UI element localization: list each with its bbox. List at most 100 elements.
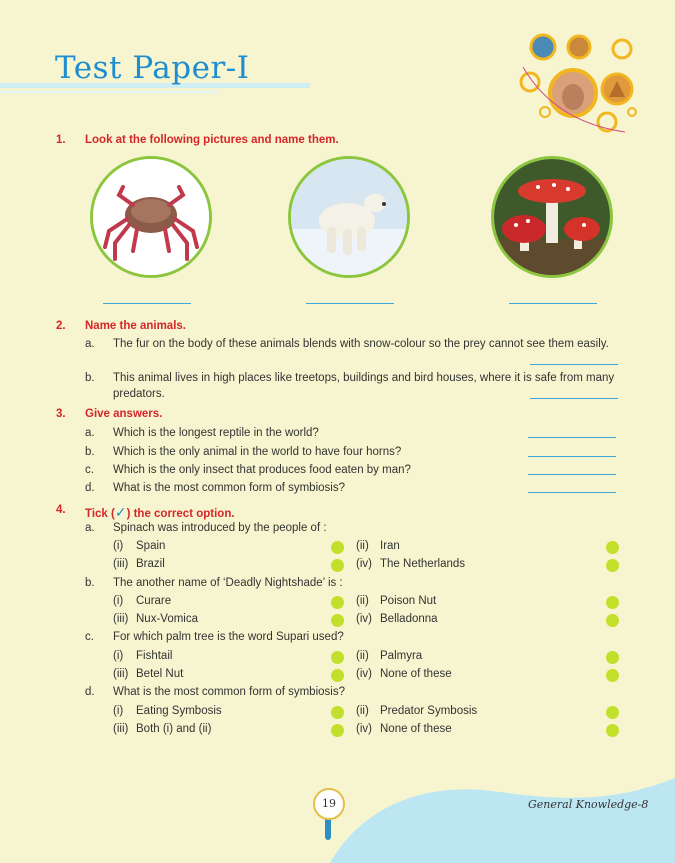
option-label: Palmyra — [380, 650, 423, 662]
item-letter: c. — [85, 631, 94, 643]
page-title: Test Paper-I — [55, 50, 250, 86]
option-label: Both (i) and (ii) — [136, 723, 212, 735]
answer-line[interactable] — [528, 474, 616, 475]
option-label: None of these — [380, 723, 452, 735]
option-checkbox[interactable] — [606, 706, 619, 719]
mushroom-picture — [491, 156, 613, 278]
option-checkbox[interactable] — [331, 596, 344, 609]
mushroom-icon — [494, 159, 610, 275]
option-number: (i) — [113, 650, 124, 662]
option-label: Poison Nut — [380, 595, 437, 607]
answer-line[interactable] — [103, 303, 191, 304]
item-text: Spinach was introduced by the people of … — [113, 522, 327, 534]
item-letter: b. — [85, 577, 95, 589]
option-number: (iv) — [356, 668, 372, 680]
option-label: Predator Symbosis — [380, 705, 478, 717]
option-checkbox[interactable] — [331, 651, 344, 664]
option-number: (iii) — [113, 558, 129, 570]
polar-bear-picture — [288, 156, 410, 278]
option-checkbox[interactable] — [331, 541, 344, 554]
answer-line[interactable] — [528, 437, 616, 438]
item-text: Which is the only insect that produces f… — [113, 464, 411, 476]
option-label: Belladonna — [380, 613, 438, 625]
option-checkbox[interactable] — [606, 614, 619, 627]
option-number: (iii) — [113, 723, 129, 735]
answer-line[interactable] — [306, 303, 394, 304]
item-letter: d. — [85, 686, 95, 698]
item-letter: b. — [85, 446, 95, 458]
option-checkbox[interactable] — [331, 669, 344, 682]
item-text-continued: predators. — [113, 388, 165, 400]
title-suffix: ) the correct option. — [126, 508, 235, 520]
option-number: (i) — [113, 705, 124, 717]
item-letter: c. — [85, 464, 94, 476]
answer-line[interactable] — [530, 398, 618, 399]
option-label: Iran — [380, 540, 400, 552]
book-title: General Knowledge-8 — [528, 798, 649, 811]
answer-line[interactable] — [509, 303, 597, 304]
item-text: This animal lives in high places like tr… — [113, 372, 615, 384]
crab-icon — [93, 159, 209, 275]
item-letter: a. — [85, 522, 95, 534]
option-number: (iv) — [356, 613, 372, 625]
tick-icon: ✓ — [114, 504, 127, 520]
option-number: (iv) — [356, 558, 372, 570]
option-checkbox[interactable] — [331, 706, 344, 719]
question-title: Give answers. — [85, 408, 163, 420]
option-checkbox[interactable] — [331, 614, 344, 627]
answer-line[interactable] — [530, 364, 618, 365]
option-checkbox[interactable] — [331, 724, 344, 737]
item-text: For which palm tree is the word Supari u… — [113, 631, 344, 643]
item-text: Which is the only animal in the world to… — [113, 446, 402, 458]
option-label: Eating Symbosis — [136, 705, 222, 717]
option-label: None of these — [380, 668, 452, 680]
polar-bear-icon — [291, 159, 407, 275]
option-checkbox[interactable] — [606, 724, 619, 737]
question-number: 2. — [56, 320, 66, 332]
item-text: Which is the longest reptile in the worl… — [113, 427, 319, 439]
option-checkbox[interactable] — [331, 559, 344, 572]
question-title: Tick (✓) the correct option. — [85, 504, 235, 521]
answer-line[interactable] — [528, 492, 616, 493]
option-number: (i) — [113, 595, 124, 607]
option-number: (ii) — [356, 705, 369, 717]
item-letter: d. — [85, 482, 95, 494]
option-label: Curare — [136, 595, 172, 607]
item-text: What is the most common form of symbiosi… — [113, 482, 345, 494]
option-number: (iv) — [356, 723, 372, 735]
item-letter: a. — [85, 427, 95, 439]
crab-picture — [90, 156, 212, 278]
item-letter: b. — [85, 372, 95, 384]
option-checkbox[interactable] — [606, 669, 619, 682]
option-label: Brazil — [136, 558, 165, 570]
option-checkbox[interactable] — [606, 541, 619, 554]
question-number: 3. — [56, 408, 66, 420]
option-checkbox[interactable] — [606, 559, 619, 572]
option-label: Nux-Vomica — [136, 613, 198, 625]
question-title: Name the animals. — [85, 320, 186, 332]
option-number: (ii) — [356, 595, 369, 607]
option-number: (iii) — [113, 613, 129, 625]
question-number: 1. — [56, 134, 66, 146]
decorative-rings-image — [519, 33, 637, 133]
item-text: The another name of ‘Deadly Nightshade’ … — [113, 577, 343, 589]
option-label: Spain — [136, 540, 166, 552]
option-number: (iii) — [113, 668, 129, 680]
item-text: What is the most common form of symbiosi… — [113, 686, 345, 698]
option-checkbox[interactable] — [606, 596, 619, 609]
option-checkbox[interactable] — [606, 651, 619, 664]
option-label: Fishtail — [136, 650, 173, 662]
option-number: (ii) — [356, 540, 369, 552]
title-underline-secondary — [0, 91, 220, 93]
question-title: Look at the following pictures and name … — [85, 134, 339, 146]
option-number: (ii) — [356, 650, 369, 662]
option-label: The Netherlands — [380, 558, 466, 570]
item-text: The fur on the body of these animals ble… — [113, 338, 609, 350]
title-prefix: Tick ( — [85, 508, 115, 520]
page-number: 19 — [313, 788, 345, 820]
item-letter: a. — [85, 338, 95, 350]
answer-line[interactable] — [528, 456, 616, 457]
question-number: 4. — [56, 504, 66, 516]
option-number: (i) — [113, 540, 124, 552]
option-label: Betel Nut — [136, 668, 184, 680]
